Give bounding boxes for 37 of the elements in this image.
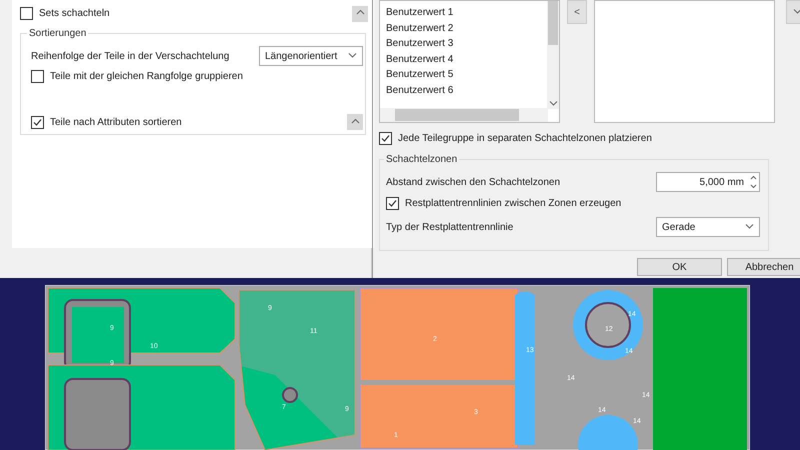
checkbox[interactable] — [31, 70, 44, 83]
move-left-button[interactable]: < — [567, 0, 587, 24]
group-title: Sortierungen — [27, 26, 88, 41]
horizontal-scrollbar[interactable] — [380, 108, 548, 122]
spinner-icon — [750, 175, 757, 189]
dialog-button[interactable]: OK — [637, 258, 722, 276]
chevron-down-icon — [792, 8, 800, 16]
list-item[interactable]: Benutzerwert 3 — [386, 36, 454, 52]
checkbox-label: Restplattentrennlinien zwischen Zonen erzeugen — [405, 197, 622, 211]
distance-label: Abstand zwischen den Schachtelzonen — [386, 176, 560, 190]
list-item[interactable]: Benutzerwert 4 — [386, 52, 454, 68]
checkbox[interactable] — [20, 7, 33, 20]
chevron-down-icon — [348, 52, 357, 60]
checkmark-icon — [381, 134, 390, 143]
checkbox-label: Teile nach Attributen sortieren — [50, 116, 182, 130]
checkbox-label: Sets schachteln — [39, 7, 110, 21]
list-item[interactable]: Benutzerwert 2 — [386, 20, 454, 36]
line-type-label: Typ der Restplattentrennlinie — [386, 220, 514, 234]
checkbox-label: Teile mit der gleichen Rangfolge gruppieren — [50, 70, 243, 84]
list-item[interactable]: Benutzerwert 5 — [386, 67, 454, 83]
order-dropdown[interactable]: Längenorientiert — [259, 46, 363, 66]
checkmark-icon — [33, 118, 42, 126]
checkbox[interactable] — [31, 116, 44, 128]
list-item[interactable]: Benutzerwert 6 — [386, 82, 454, 99]
checkbox[interactable] — [386, 197, 399, 210]
checkmark-icon — [388, 199, 397, 208]
checkbox-label: Jede Teilegruppe in separaten Schachtelzonen platzieren — [398, 132, 652, 146]
list-item[interactable]: Benutzerwert 1 — [386, 5, 454, 21]
checkbox[interactable] — [379, 132, 392, 145]
collapse-button[interactable] — [347, 114, 363, 130]
vertical-scrollbar[interactable] — [547, 1, 559, 109]
order-label: Reihenfolge der Teile in der Verschachtelung — [31, 50, 230, 64]
line-type-dropdown[interactable]: Gerade — [656, 217, 760, 237]
collapse-button[interactable] — [352, 6, 368, 22]
dialog-button[interactable]: Abbrechen — [727, 258, 800, 276]
chevron-down-icon — [745, 222, 754, 232]
distance-spinbox[interactable]: 5,000 mm — [656, 172, 760, 192]
